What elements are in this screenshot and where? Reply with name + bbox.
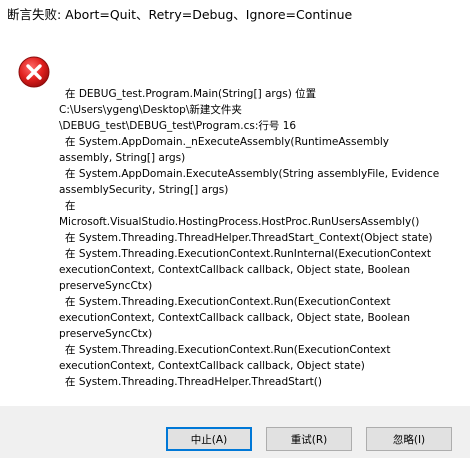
error-message: 在 DEBUG_test.Program.Main(String[] args)…	[59, 86, 459, 390]
message-line: 在 System.Threading.ThreadHelper.ThreadSt…	[65, 232, 433, 244]
title-bar: 断言失败: Abort=Quit、Retry=Debug、Ignore=Cont…	[0, 0, 470, 28]
message-line: 在 System.Threading.ExecutionContext.Run(…	[65, 344, 391, 356]
message-line: 在 System.AppDomain.ExecuteAssembly(Strin…	[65, 168, 440, 180]
message-line: preserveSyncCtx)	[59, 280, 153, 292]
message-line: \DEBUG_test\DEBUG_test\Program.cs:行号 16	[59, 120, 297, 132]
ignore-button[interactable]: 忽略(I)	[366, 427, 452, 451]
message-line: executionContext, ContextCallback callba…	[59, 264, 410, 276]
message-line: executionContext, ContextCallback callba…	[59, 360, 365, 372]
message-line: 在 System.Threading.ExecutionContext.RunI…	[65, 248, 431, 260]
error-icon	[18, 56, 50, 88]
message-line: Microsoft.VisualStudio.HostingProcess.Ho…	[59, 216, 420, 228]
message-line: preserveSyncCtx)	[59, 328, 153, 340]
message-line: executionContext, ContextCallback callba…	[59, 312, 410, 324]
message-line: 在 System.AppDomain._nExecuteAssembly(Run…	[65, 136, 389, 148]
message-line: assembly, String[] args)	[59, 152, 186, 164]
retry-button[interactable]: 重试(R)	[266, 427, 352, 451]
abort-button[interactable]: 中止(A)	[166, 427, 252, 451]
message-line: C:\Users\ygeng\Desktop\新建文件夹	[59, 104, 242, 116]
message-line: 在	[65, 200, 76, 212]
message-line: assemblySecurity, String[] args)	[59, 184, 229, 196]
window-title: 断言失败: Abort=Quit、Retry=Debug、Ignore=Cont…	[7, 7, 353, 22]
message-line: 在 System.Threading.ExecutionContext.Run(…	[65, 296, 391, 308]
message-line: 在 DEBUG_test.Program.Main(String[] args)…	[65, 88, 317, 100]
message-line: 在 System.Threading.ThreadHelper.ThreadSt…	[65, 376, 322, 388]
